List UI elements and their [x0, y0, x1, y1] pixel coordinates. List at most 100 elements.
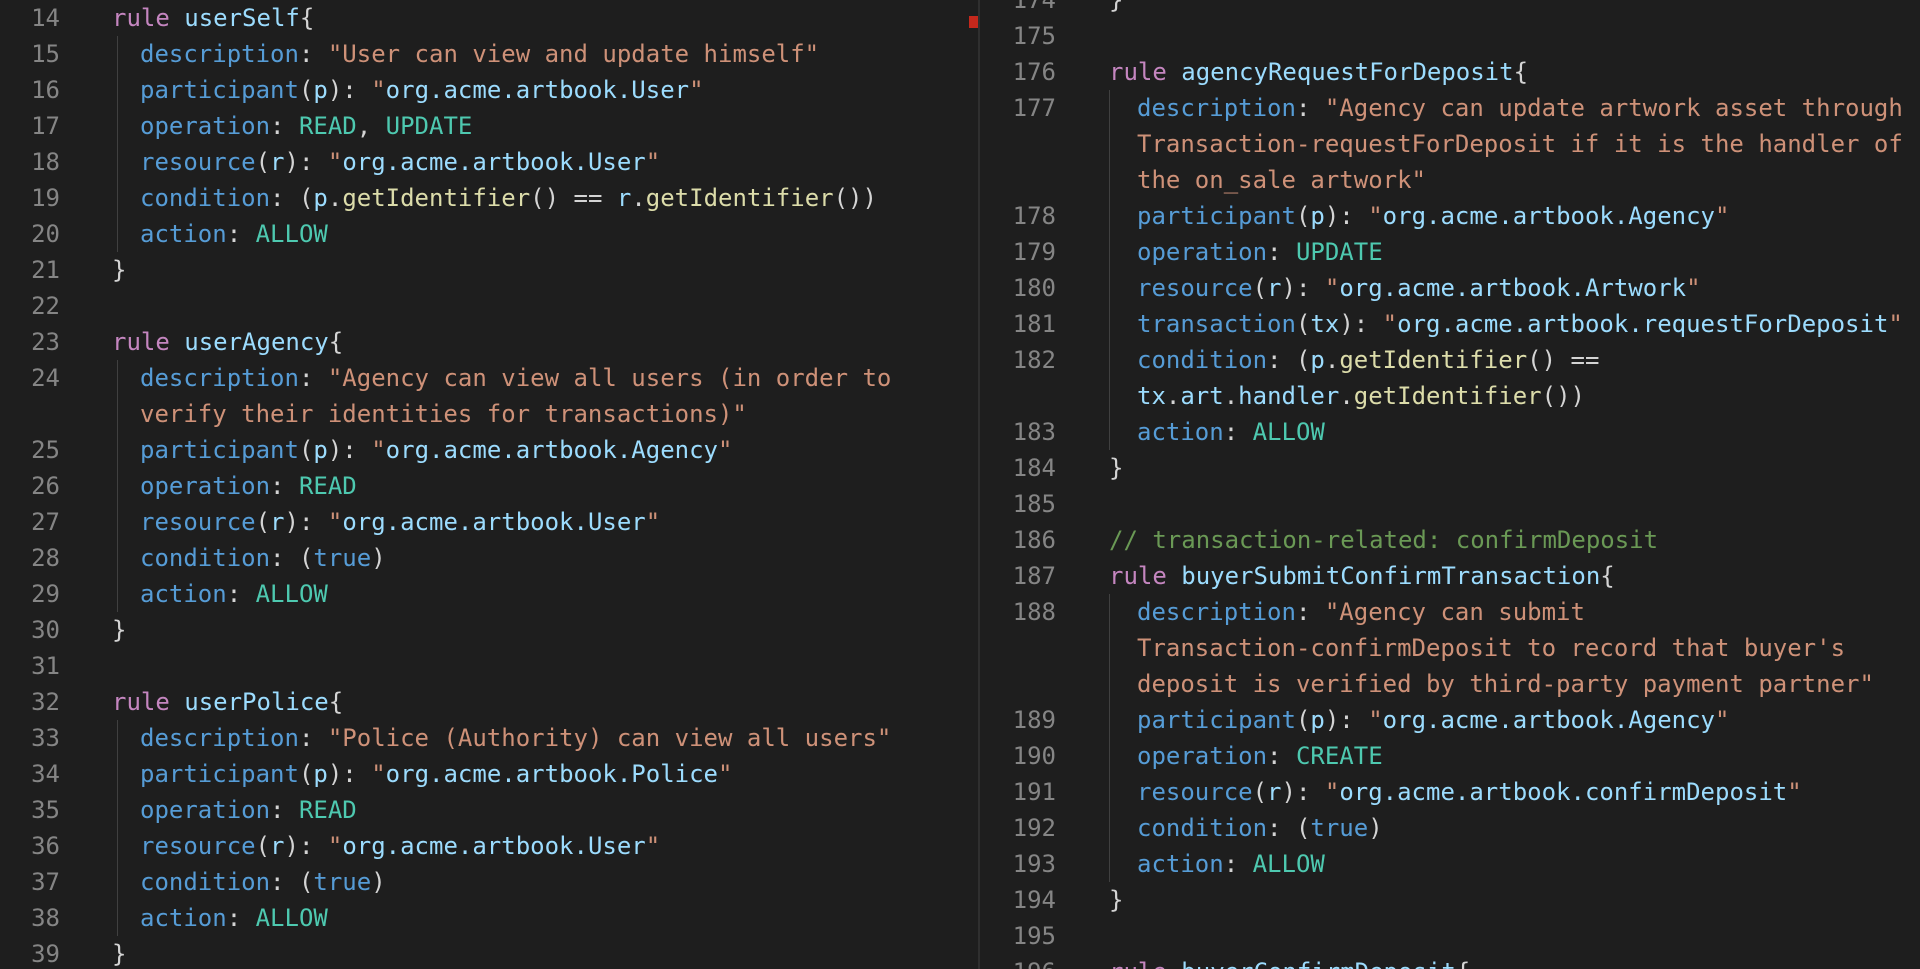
- code-line[interactable]: 189 participant(p): "org.acme.artbook.Age…: [980, 702, 1920, 738]
- line-number: 193: [1012, 850, 1056, 878]
- code-token: description: [140, 364, 299, 392]
- code-line[interactable]: 175: [980, 18, 1920, 54]
- code-token: :: [226, 904, 256, 932]
- code-token: (: [255, 832, 271, 860]
- code-line[interactable]: 17 operation: READ, UPDATE: [0, 108, 950, 144]
- code-line[interactable]: 31: [0, 648, 950, 684]
- code-text: transaction(tx): "org.acme.artbook.reque…: [1137, 306, 1903, 342]
- code-line[interactable]: 186 // transaction-related: confirmDeposi…: [980, 522, 1920, 558]
- code-token: org.acme.artbook.Agency: [1382, 706, 1716, 734]
- code-line[interactable]: 176 rule agencyRequestForDeposit{: [980, 54, 1920, 90]
- code-line[interactable]: 192 condition: (true): [980, 810, 1920, 846]
- code-line[interactable]: 195: [980, 918, 1920, 954]
- code-text: description: "Agency can view all users …: [140, 360, 891, 396]
- code-line[interactable]: 34 participant(p): "org.acme.artbook.Poli…: [0, 756, 950, 792]
- code-line[interactable]: 39}: [0, 936, 950, 969]
- error-marker: [969, 16, 978, 28]
- code-line[interactable]: 178 participant(p): "org.acme.artbook.Age…: [980, 198, 1920, 234]
- code-line[interactable]: 183 action: ALLOW: [980, 414, 1920, 450]
- code-token: userPolice: [184, 688, 329, 716]
- line-number: 19: [31, 184, 60, 212]
- code-line[interactable]: 33 description: "Police (Authority) can v…: [0, 720, 950, 756]
- code-line[interactable]: 23 rule userAgency{: [0, 324, 950, 360]
- code-line[interactable]: 179 operation: UPDATE: [980, 234, 1920, 270]
- code-text: resource(r): "org.acme.artbook.confirmDe…: [1137, 774, 1802, 810]
- code-line[interactable]: 25 participant(p): "org.acme.artbook.Agen…: [0, 432, 950, 468]
- code-token: (: [1295, 706, 1311, 734]
- code-line[interactable]: 174}: [980, 0, 1920, 18]
- code-line[interactable]: 181 transaction(tx): "org.acme.artbook.re…: [980, 306, 1920, 342]
- code-line[interactable]: 24 description: "Agency can view all user…: [0, 360, 950, 396]
- code-line[interactable]: 37 condition: (true): [0, 864, 950, 900]
- code-line[interactable]: 16 participant(p): "org.acme.artbook.User…: [0, 72, 950, 108]
- code-token: tx: [1310, 310, 1340, 338]
- code-line[interactable]: 19 condition: (p.getIdentifier() == r.get…: [0, 180, 950, 216]
- code-text: description: "Agency can submit: [1137, 594, 1585, 630]
- line-number: 29: [31, 580, 60, 608]
- code-line[interactable]: Transaction-confirmDeposit to record tha…: [980, 630, 1920, 666]
- code-line[interactable]: 35 operation: READ: [0, 792, 950, 828]
- code-line[interactable]: 194}: [980, 882, 1920, 918]
- code-text: participant(p): "org.acme.artbook.User": [140, 72, 704, 108]
- code-line[interactable]: 21}: [0, 252, 950, 288]
- code-line[interactable]: 18 resource(r): "org.acme.artbook.User": [0, 144, 950, 180]
- code-text: condition: (true): [140, 540, 386, 576]
- code-token: ):: [284, 148, 328, 176]
- code-token: operation: [140, 796, 271, 824]
- code-line[interactable]: 191 resource(r): "org.acme.artbook.confir…: [980, 774, 1920, 810]
- code-token: ": [1368, 202, 1383, 230]
- code-line[interactable]: 180 resource(r): "org.acme.artbook.Artwor…: [980, 270, 1920, 306]
- code-token: ): [1368, 814, 1383, 842]
- code-line[interactable]: 15 description: "User can view and update…: [0, 36, 950, 72]
- code-token: description: [1137, 94, 1296, 122]
- code-token: participant: [140, 436, 299, 464]
- line-number: 182: [1012, 346, 1056, 374]
- code-line[interactable]: 177 description: "Agency can update artwo…: [980, 90, 1920, 126]
- line-number: 18: [31, 148, 60, 176]
- code-text: }: [1109, 450, 1123, 486]
- code-line[interactable]: tx.art.handler.getIdentifier()): [980, 378, 1920, 414]
- left-editor-pane[interactable]: 14 rule userSelf{15 description: "User can…: [0, 0, 950, 969]
- line-number: 187: [1012, 562, 1056, 590]
- code-line[interactable]: 185: [980, 486, 1920, 522]
- code-line[interactable]: 182 condition: (p.getIdentifier() ==: [980, 342, 1920, 378]
- code-line[interactable]: verify their identities for transactions…: [0, 396, 950, 432]
- code-line[interactable]: 32 rule userPolice{: [0, 684, 950, 720]
- code-line[interactable]: 26 operation: READ: [0, 468, 950, 504]
- code-line[interactable]: 29 action: ALLOW: [0, 576, 950, 612]
- code-line[interactable]: 184}: [980, 450, 1920, 486]
- code-line[interactable]: 14 rule userSelf{: [0, 0, 950, 36]
- code-line[interactable]: 20 action: ALLOW: [0, 216, 950, 252]
- code-line[interactable]: 38 action: ALLOW: [0, 900, 950, 936]
- code-line[interactable]: 196 rule buyerConfirmDeposit{: [980, 954, 1920, 969]
- code-token: :: [270, 112, 299, 140]
- code-token: ALLOW: [1252, 850, 1325, 878]
- code-line[interactable]: 188 description: "Agency can submit: [980, 594, 1920, 630]
- code-line[interactable]: deposit is verified by third-party payme…: [980, 666, 1920, 702]
- code-line[interactable]: Transaction-requestForDeposit if it is t…: [980, 126, 1920, 162]
- right-editor-pane[interactable]: 174} 175 176 rule agencyRequestForDeposit{1…: [980, 0, 1920, 969]
- code-line[interactable]: 30}: [0, 612, 950, 648]
- code-text: resource(r): "org.acme.artbook.User": [140, 144, 660, 180]
- code-line[interactable]: the on_sale artwork": [980, 162, 1920, 198]
- code-line[interactable]: 190 operation: CREATE: [980, 738, 1920, 774]
- code-token: :: [226, 220, 256, 248]
- code-token: r: [1267, 274, 1282, 302]
- code-token: ()): [1541, 382, 1585, 410]
- code-line[interactable]: 28 condition: (true): [0, 540, 950, 576]
- code-line[interactable]: 22: [0, 288, 950, 324]
- code-line[interactable]: 187 rule buyerSubmitConfirmTransaction{: [980, 558, 1920, 594]
- code-text: operation: READ, UPDATE: [140, 108, 472, 144]
- code-text: }: [112, 936, 126, 969]
- code-token: resource: [140, 508, 256, 536]
- code-token: ALLOW: [255, 220, 328, 248]
- code-token: (: [1295, 202, 1311, 230]
- code-line[interactable]: 27 resource(r): "org.acme.artbook.User": [0, 504, 950, 540]
- line-number: 39: [31, 940, 60, 968]
- line-number: 183: [1012, 418, 1056, 446]
- split-divider[interactable]: [950, 0, 980, 969]
- code-token: ": [645, 508, 661, 536]
- code-line[interactable]: 36 resource(r): "org.acme.artbook.User": [0, 828, 950, 864]
- code-line[interactable]: 193 action: ALLOW: [980, 846, 1920, 882]
- code-token: ALLOW: [255, 580, 328, 608]
